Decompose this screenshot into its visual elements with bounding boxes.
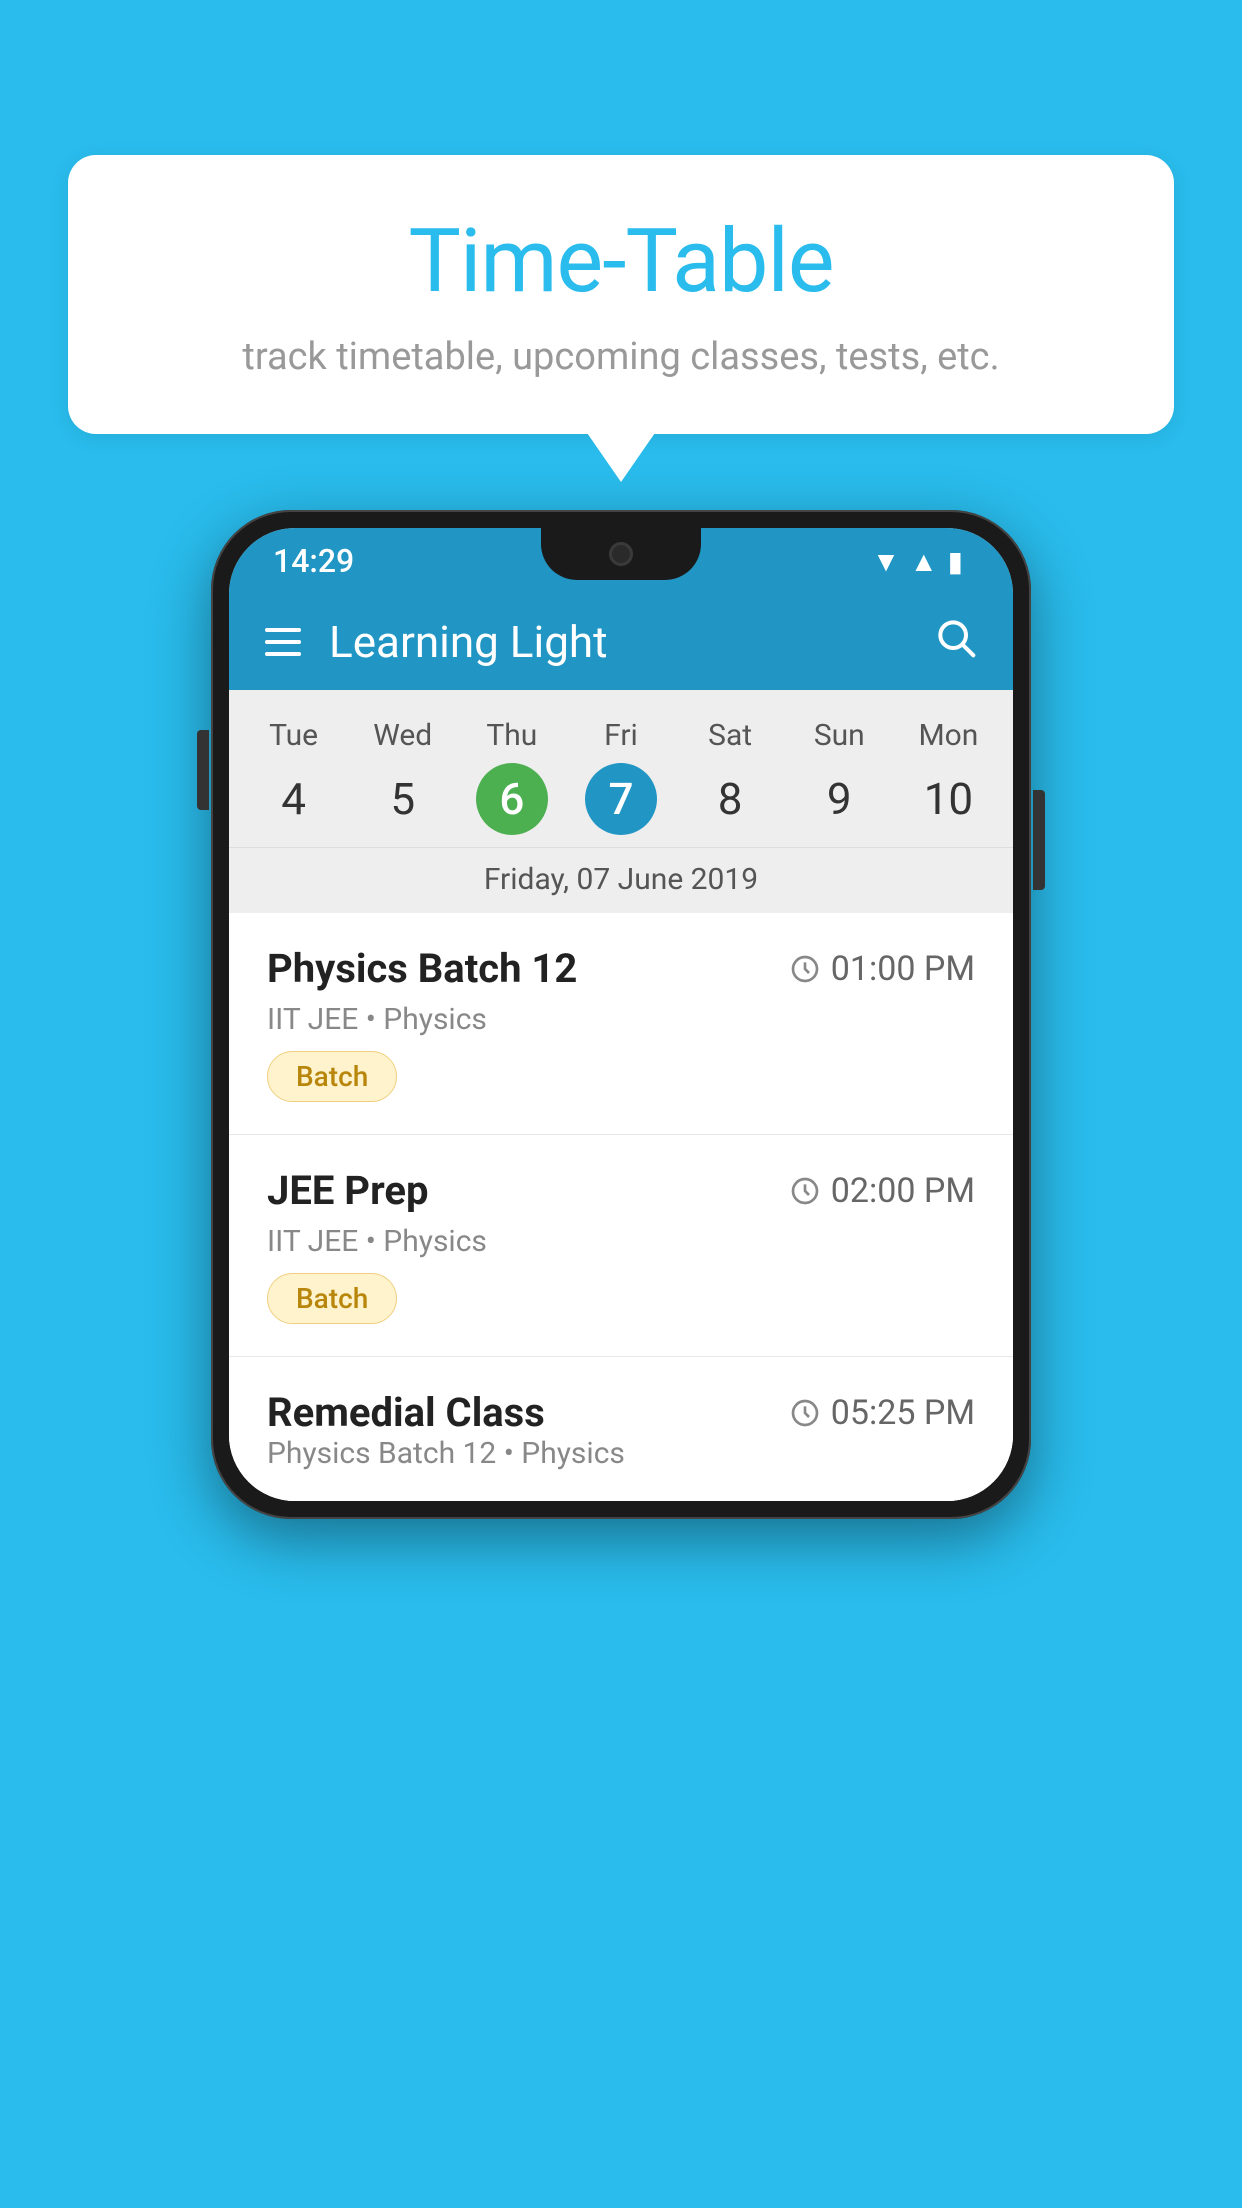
day-label-thu[interactable]: Thu xyxy=(457,710,566,761)
day-label-mon[interactable]: Mon xyxy=(894,710,1003,761)
day-7-selected[interactable]: 7 xyxy=(585,763,657,835)
phone-mockup: 14:29 ▼ ▲ ▮ Learning Light xyxy=(211,510,1031,1519)
wifi-icon: ▼ xyxy=(872,545,900,578)
search-icon[interactable] xyxy=(933,615,977,670)
schedule-item-1-header: Physics Batch 12 01:00 PM xyxy=(267,945,975,992)
phone-outer-frame: 14:29 ▼ ▲ ▮ Learning Light xyxy=(211,510,1031,1519)
speech-bubble: Time-Table track timetable, upcoming cla… xyxy=(68,155,1174,434)
day-label-wed[interactable]: Wed xyxy=(348,710,457,761)
calendar-strip: Tue Wed Thu Fri Sat Sun Mon 4 5 6 7 8 9 … xyxy=(229,690,1013,913)
schedule-item-3-time: 05:25 PM xyxy=(789,1393,975,1433)
schedule-item-3-header: Remedial Class 05:25 PM xyxy=(267,1389,975,1436)
day-labels-row: Tue Wed Thu Fri Sat Sun Mon xyxy=(229,710,1013,761)
schedule-item-1-badge: Batch xyxy=(267,1051,397,1102)
schedule-item-3-subtitle: Physics Batch 12 • Physics xyxy=(267,1436,975,1471)
clock-icon-1 xyxy=(789,953,821,985)
app-header: Learning Light xyxy=(229,594,1013,690)
phone-screen: 14:29 ▼ ▲ ▮ Learning Light xyxy=(229,528,1013,1501)
schedule-item-3-title: Remedial Class xyxy=(267,1389,545,1436)
hamburger-menu-icon[interactable] xyxy=(265,628,301,656)
day-4[interactable]: 4 xyxy=(239,761,348,837)
app-title: Learning Light xyxy=(329,616,905,668)
phone-notch xyxy=(541,528,701,580)
schedule-item-2-time-text: 02:00 PM xyxy=(831,1171,975,1211)
schedule-item-1[interactable]: Physics Batch 12 01:00 PM IIT JEE • Phys… xyxy=(229,913,1013,1135)
schedule-item-2-title: JEE Prep xyxy=(267,1167,428,1214)
day-label-tue[interactable]: Tue xyxy=(239,710,348,761)
schedule-item-2-subtitle: IIT JEE • Physics xyxy=(267,1224,975,1259)
schedule-item-3[interactable]: Remedial Class 05:25 PM Physics Batch 12… xyxy=(229,1357,1013,1501)
day-5[interactable]: 5 xyxy=(348,761,457,837)
day-6-today[interactable]: 6 xyxy=(476,763,548,835)
speech-bubble-container: Time-Table track timetable, upcoming cla… xyxy=(68,155,1174,434)
day-8[interactable]: 8 xyxy=(676,761,785,837)
status-icons: ▼ ▲ ▮ xyxy=(872,545,963,578)
schedule-item-1-time-text: 01:00 PM xyxy=(831,949,975,989)
schedule-item-2-header: JEE Prep 02:00 PM xyxy=(267,1167,975,1214)
schedule-item-1-time: 01:00 PM xyxy=(789,949,975,989)
battery-icon: ▮ xyxy=(948,545,963,578)
schedule-item-1-title: Physics Batch 12 xyxy=(267,945,577,992)
app-feature-title: Time-Table xyxy=(128,210,1114,313)
day-label-sat[interactable]: Sat xyxy=(676,710,785,761)
day-10[interactable]: 10 xyxy=(894,761,1003,837)
app-feature-subtitle: track timetable, upcoming classes, tests… xyxy=(128,335,1114,379)
selected-date-label: Friday, 07 June 2019 xyxy=(229,847,1013,913)
status-time: 14:29 xyxy=(273,542,354,580)
day-label-sun[interactable]: Sun xyxy=(785,710,894,761)
day-numbers-row: 4 5 6 7 8 9 10 xyxy=(229,761,1013,837)
schedule-item-1-subtitle: IIT JEE • Physics xyxy=(267,1002,975,1037)
clock-icon-3 xyxy=(789,1397,821,1429)
day-label-fri[interactable]: Fri xyxy=(566,710,675,761)
day-9[interactable]: 9 xyxy=(785,761,894,837)
schedule-item-2-badge: Batch xyxy=(267,1273,397,1324)
clock-icon-2 xyxy=(789,1175,821,1207)
schedule-item-2-time: 02:00 PM xyxy=(789,1171,975,1211)
schedule-list: Physics Batch 12 01:00 PM IIT JEE • Phys… xyxy=(229,913,1013,1501)
front-camera xyxy=(609,542,633,566)
schedule-item-3-time-text: 05:25 PM xyxy=(831,1393,975,1433)
signal-icon: ▲ xyxy=(910,545,938,578)
schedule-item-2[interactable]: JEE Prep 02:00 PM IIT JEE • Physics Batc… xyxy=(229,1135,1013,1357)
